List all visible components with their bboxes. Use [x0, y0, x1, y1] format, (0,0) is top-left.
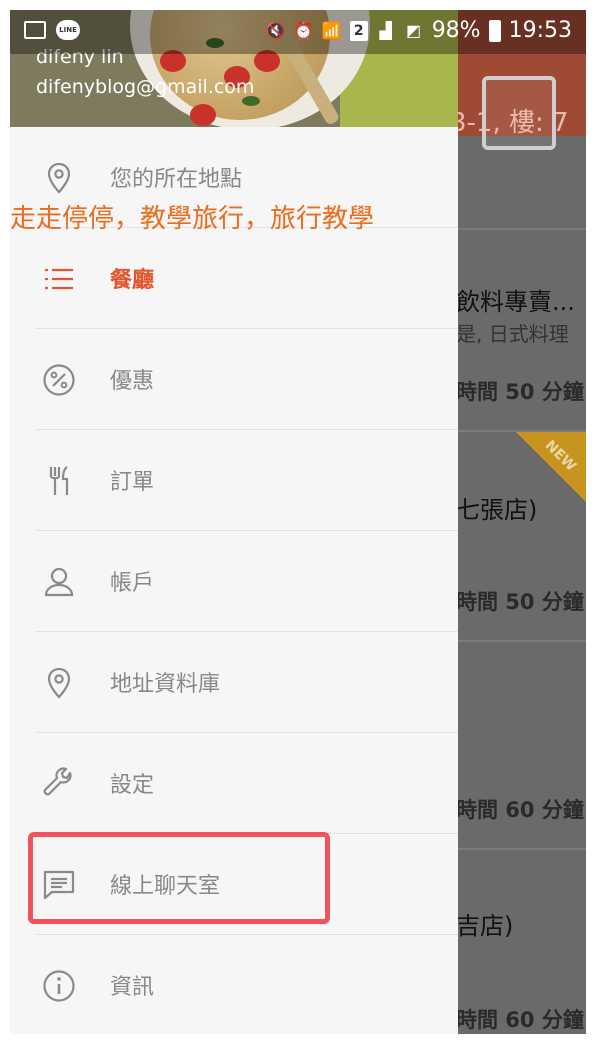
- menu-item-account[interactable]: 帳戶: [10, 531, 458, 632]
- battery-icon: [488, 19, 501, 42]
- menu-item-orders[interactable]: 訂單: [10, 430, 458, 531]
- watermark-text: 走走停停，教學旅行，旅行教學: [10, 204, 375, 234]
- line-notification-icon: LINE: [56, 20, 80, 40]
- menu-item-info[interactable]: 資訊: [10, 935, 458, 1034]
- screen: 3-1, 樓: 7 飲料專賣... 是, 日式料理 時間 50 分鐘 NEW 七…: [10, 10, 586, 1034]
- mute-icon: 🔇: [265, 20, 286, 40]
- divider: [458, 848, 586, 850]
- clock: 19:53: [508, 18, 572, 43]
- list-icon: [45, 268, 73, 290]
- divider: [458, 228, 586, 230]
- wifi-icon: 📶: [321, 20, 342, 40]
- menu-item-label: 地址資料庫: [110, 672, 221, 697]
- divider: [458, 640, 586, 642]
- restaurant-delivery-time: 時間 60 分鐘: [456, 798, 584, 822]
- location-pin-icon: [47, 667, 71, 699]
- user-email: difenyblog@gmail.com: [36, 76, 255, 98]
- restaurant-name: 七張店): [456, 496, 538, 524]
- status-bar: LINE 🔇 ⏰ 📶 2 ▟ ◩ 98% 19:53: [10, 10, 586, 54]
- menu-item-address-book[interactable]: 地址資料庫: [10, 632, 458, 733]
- restaurant-name: 吉店): [456, 912, 514, 940]
- menu-item-label: 設定: [110, 773, 155, 798]
- menu-item-restaurants[interactable]: 餐廳: [10, 228, 458, 329]
- background-action-button: [482, 76, 556, 150]
- menu-item-label: 資訊: [110, 975, 155, 1000]
- menu-item-label: 訂單: [110, 470, 155, 495]
- person-icon: [44, 567, 74, 597]
- tomato: [190, 104, 216, 126]
- percent-icon: [43, 364, 75, 396]
- restaurant-name: 飲料專賣...: [456, 288, 575, 316]
- sim-slot-indicator: 2: [349, 20, 368, 41]
- fork-knife-icon: [49, 466, 69, 495]
- menu-item-label: 餐廳: [110, 268, 155, 293]
- menu-item-label: 您的所在地點: [110, 167, 243, 192]
- restaurant-delivery-time: 時間 60 分鐘: [456, 1008, 584, 1032]
- location-pin-icon: [47, 162, 71, 194]
- highlight-box-live-chat: [28, 832, 330, 924]
- menu-item-label: 優惠: [110, 369, 155, 394]
- menu-item-settings[interactable]: 設定: [10, 733, 458, 834]
- menu-item-offers[interactable]: 優惠: [10, 329, 458, 430]
- signal-icon: ▟: [379, 20, 392, 40]
- restaurant-category: 是, 日式料理: [456, 322, 569, 346]
- info-icon: [43, 970, 75, 1002]
- gallery-notification-icon: [24, 21, 46, 39]
- alarm-icon: ⏰: [293, 20, 314, 40]
- restaurant-delivery-time: 時間 50 分鐘: [456, 380, 584, 404]
- signal-icon: ◩: [406, 20, 422, 40]
- wrench-icon: [43, 767, 72, 796]
- menu-item-label: 帳戶: [110, 571, 155, 596]
- restaurant-delivery-time: 時間 50 分鐘: [456, 590, 584, 614]
- battery-percent: 98%: [431, 18, 481, 43]
